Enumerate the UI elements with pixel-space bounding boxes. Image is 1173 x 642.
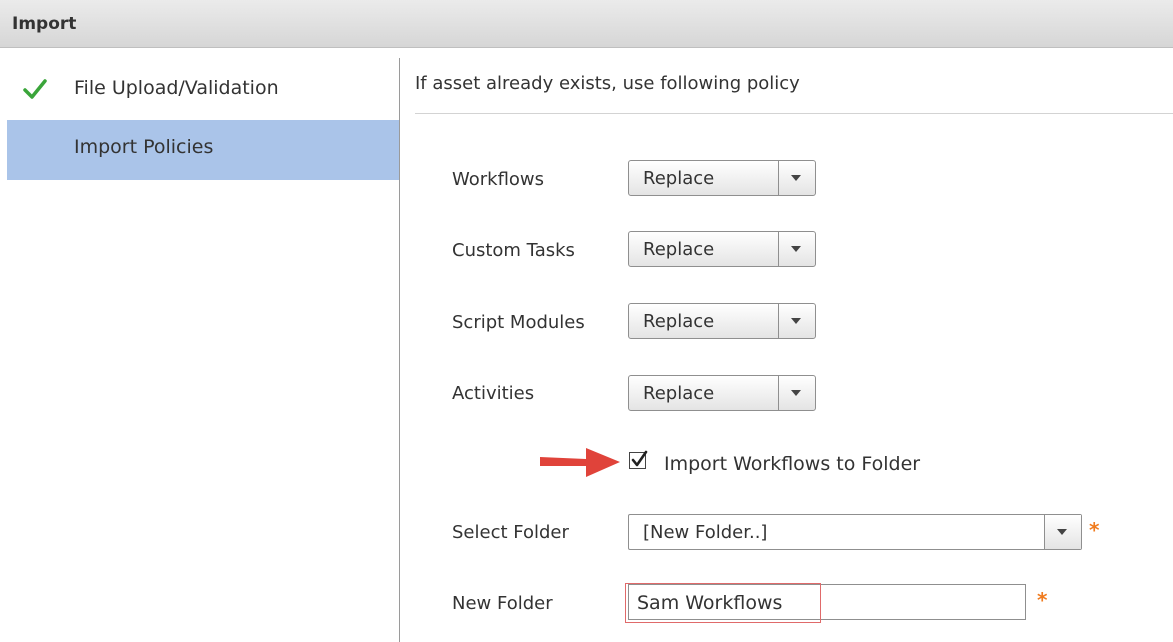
sidebar-item-label: File Upload/Validation (74, 77, 279, 99)
chevron-down-icon (791, 246, 801, 252)
workflows-policy-select[interactable]: Replace (628, 160, 816, 196)
new-folder-label: New Folder (452, 593, 553, 614)
chevron-down-icon (791, 390, 801, 396)
sidebar-item-label: Import Policies (74, 136, 214, 158)
window-title-bar: Import (0, 0, 1173, 48)
red-arrow-icon (540, 448, 620, 477)
header-divider (415, 113, 1173, 114)
policy-header: If asset already exists, use following p… (415, 73, 800, 94)
required-asterisk: * (1089, 518, 1100, 542)
sidebar-item-file-upload-validation[interactable]: File Upload/Validation (7, 58, 399, 118)
chevron-down-icon (791, 318, 801, 324)
select-folder-select[interactable]: [New Folder..] (628, 514, 1082, 550)
dropdown-arrow[interactable] (778, 161, 815, 195)
chevron-down-icon (1057, 529, 1067, 535)
activities-label: Activities (452, 383, 535, 404)
sidebar-item-import-policies[interactable]: Import Policies (7, 120, 399, 180)
chevron-down-icon (791, 175, 801, 181)
window-title: Import (12, 14, 77, 34)
typed-text-highlight: Sam Workflows (625, 583, 821, 623)
checkmark-icon (631, 450, 648, 467)
activities-policy-select[interactable]: Replace (628, 375, 816, 411)
import-to-folder-label: Import Workflows to Folder (664, 453, 921, 475)
script-modules-label: Script Modules (452, 312, 585, 333)
dropdown-arrow[interactable] (778, 232, 815, 266)
import-to-folder-checkbox[interactable] (629, 450, 648, 469)
custom-tasks-policy-select[interactable]: Replace (628, 231, 816, 267)
dropdown-arrow[interactable] (778, 304, 815, 338)
wizard-steps-sidebar: File Upload/Validation Import Policies (7, 58, 400, 642)
select-value: Replace (643, 168, 715, 189)
new-folder-value: Sam Workflows (637, 592, 783, 614)
select-folder-label: Select Folder (452, 522, 569, 543)
select-value: Replace (643, 383, 715, 404)
import-policies-panel: If asset already exists, use following p… (400, 47, 1173, 642)
new-folder-input[interactable]: Sam Workflows (625, 583, 1026, 623)
select-value: Replace (643, 311, 715, 332)
dropdown-arrow[interactable] (778, 376, 815, 410)
checkmark-icon (23, 79, 47, 99)
custom-tasks-label: Custom Tasks (452, 240, 575, 261)
script-modules-policy-select[interactable]: Replace (628, 303, 816, 339)
select-value: Replace (643, 239, 715, 260)
required-asterisk: * (1037, 588, 1048, 612)
dropdown-arrow[interactable] (1044, 515, 1081, 549)
select-value: [New Folder..] (643, 522, 768, 543)
workflows-label: Workflows (452, 169, 545, 190)
